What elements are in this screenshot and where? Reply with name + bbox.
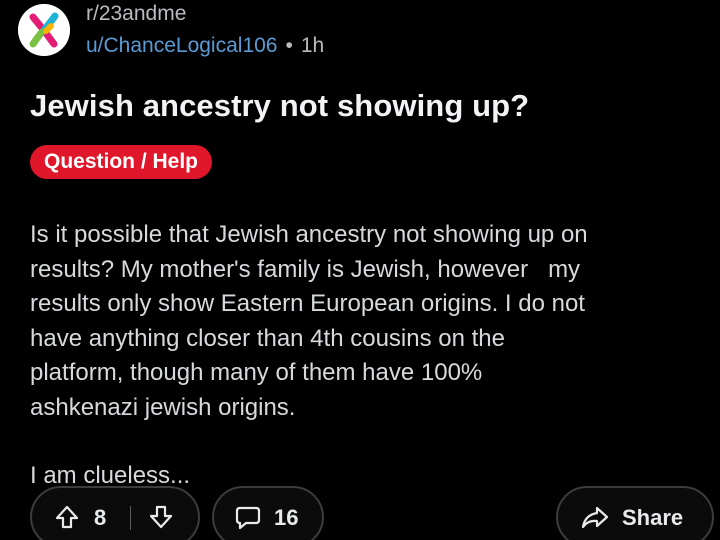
body-line: ashkenazi jewish origins. [30, 393, 296, 421]
comment-count: 16 [274, 505, 299, 530]
post-body: Is it possible that Jewish ancestry not … [30, 218, 718, 494]
comments-button[interactable]: 16 [212, 486, 324, 540]
share-button[interactable]: Share [556, 486, 714, 540]
post-title: Jewish ancestry not showing up? [30, 88, 530, 123]
author-username[interactable]: u/ChanceLogical106 [86, 34, 277, 57]
share-label: Share [622, 505, 684, 530]
body-line: results only show Eastern European origi… [30, 290, 585, 317]
body-line: platform, though many of them have 100% [30, 359, 483, 386]
comment-bubble-icon [235, 506, 261, 530]
vote-control: 8 [30, 486, 200, 540]
23andme-logo-icon [18, 4, 70, 56]
upvote-count: 8 [94, 505, 107, 530]
post-age: 1h [300, 34, 325, 57]
upvote-arrow-icon[interactable] [54, 504, 80, 530]
post-flair[interactable]: Question / Help [30, 145, 213, 179]
downvote-arrow-icon[interactable] [148, 504, 174, 530]
post-action-bar: 8 16 Share [0, 486, 720, 540]
post-meta: u/ChanceLogical106 • 1h [86, 34, 324, 58]
body-line: results? My mother's family is Jewish, h… [30, 255, 581, 283]
body-line: have anything closer than 4th cousins on… [30, 324, 505, 352]
meta-separator: • [285, 34, 293, 57]
subreddit-avatar[interactable] [18, 4, 70, 56]
body-line: Is it possible that Jewish ancestry not … [30, 221, 588, 248]
post-screen: r/23andme u/ChanceLogical106 • 1h Jewish a… [0, 0, 720, 540]
subreddit-name[interactable]: r/23andme [86, 2, 186, 26]
share-arrow-icon [581, 506, 609, 529]
vote-divider [130, 506, 131, 530]
